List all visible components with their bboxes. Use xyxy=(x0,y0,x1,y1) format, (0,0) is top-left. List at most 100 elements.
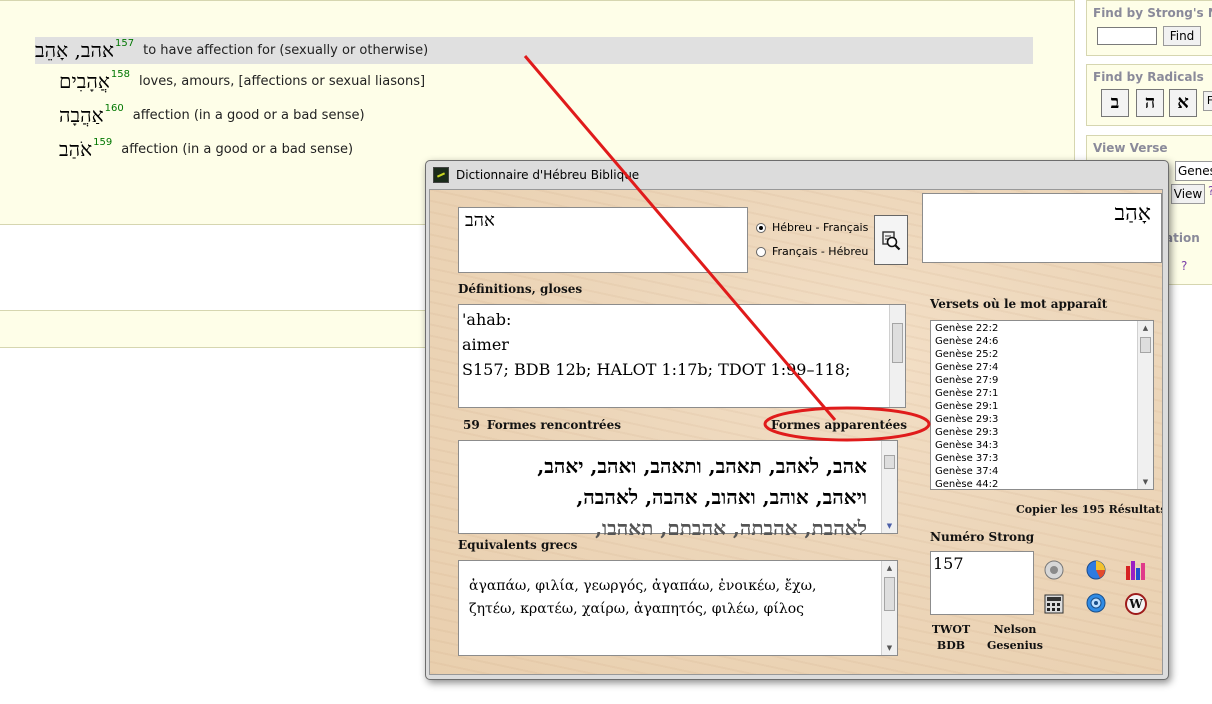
selected-word-display: אָהַב xyxy=(922,193,1162,263)
scroll-up-icon[interactable]: ▲ xyxy=(882,561,897,575)
magnifier-icon xyxy=(882,231,901,251)
forms-count: 59 xyxy=(463,418,480,432)
radio-selected-icon[interactable] xyxy=(756,222,766,233)
entry-row[interactable]: אֲהָבִים 158 loves, amours, [affections … xyxy=(35,64,1033,98)
radical-button-he[interactable]: ה xyxy=(1136,89,1164,117)
definitions-box[interactable]: 'ahab: aimer S157; BDB 12b; HALOT 1:17b;… xyxy=(458,304,906,408)
calculator-icon[interactable] xyxy=(1043,593,1065,615)
view-button[interactable]: View xyxy=(1171,184,1205,204)
verse-item[interactable]: Genèse 37:4 xyxy=(935,465,1149,478)
bdb-label[interactable]: BDB xyxy=(928,638,974,654)
verse-item[interactable]: Genèse 27:1 xyxy=(935,387,1149,400)
verse-item[interactable]: Genèse 29:3 xyxy=(935,426,1149,439)
bar-chart-icon[interactable] xyxy=(1124,558,1146,580)
scroll-thumb[interactable] xyxy=(892,323,903,363)
gesenius-label[interactable]: Gesenius xyxy=(982,638,1048,654)
wiki-icon[interactable]: W xyxy=(1124,592,1147,615)
forms-box[interactable]: אהב, לאהב, תאהב, ותאהב, ואהב, יאהב, ויאה… xyxy=(458,440,898,540)
verse-item[interactable]: Genèse 24:6 xyxy=(935,335,1149,348)
strong-number[interactable]: 158 xyxy=(111,69,130,80)
entry-hebrew[interactable]: אַהֲבָה xyxy=(59,103,104,128)
app-icon xyxy=(433,167,449,183)
radio-french-hebrew[interactable]: Français - Hébreu xyxy=(756,245,868,258)
view-verse-title: View Verse xyxy=(1093,141,1168,155)
verse-item[interactable]: Genèse 29:3 xyxy=(935,413,1149,426)
twot-label[interactable]: TWOT xyxy=(928,622,974,638)
twot-bdb-label[interactable]: TWOT BDB xyxy=(928,622,974,654)
svg-text:W: W xyxy=(1128,597,1143,611)
entry-row[interactable]: אַהֲבָה 160 affection (in a good or a ba… xyxy=(35,98,1033,132)
find-by-strongs-box: Find by Strong's N Find xyxy=(1086,0,1212,56)
scroll-thumb[interactable] xyxy=(884,455,895,469)
dictionary-dialog: Dictionnaire d'Hébreu Biblique אהב Hébre… xyxy=(425,160,1169,680)
verse-item[interactable]: Genèse 37:3 xyxy=(935,452,1149,465)
radical-button-alef[interactable]: א xyxy=(1169,89,1197,117)
related-forms-link[interactable]: Formes apparentées xyxy=(771,418,907,432)
scroll-down-icon[interactable]: ▼ xyxy=(1138,475,1153,489)
search-button[interactable] xyxy=(874,215,908,265)
strong-number[interactable]: 157 xyxy=(115,38,134,49)
strong-number-input[interactable]: 157 xyxy=(930,551,1034,615)
scroll-down-icon[interactable]: ▼ xyxy=(882,519,897,533)
verses-list[interactable]: Genèse 22:2 Genèse 24:6 Genèse 25:2 Genèse … xyxy=(930,320,1154,490)
entry-hebrew[interactable]: אהב, אָהֵב xyxy=(35,38,114,63)
help-link[interactable]: ? xyxy=(1208,184,1212,198)
dialog-client: אהב Hébreu - Français Français - Hébreu … xyxy=(429,189,1163,675)
globe-icon[interactable] xyxy=(1085,592,1107,614)
definition-line: 'ahab: xyxy=(462,310,512,329)
scroll-thumb[interactable] xyxy=(884,577,895,611)
scroll-thumb[interactable] xyxy=(1140,337,1151,353)
definition-line: aimer xyxy=(462,335,509,354)
forms-scrollbar[interactable]: ▼ xyxy=(881,441,897,533)
verses-scrollbar[interactable]: ▲ ▼ xyxy=(1137,321,1153,489)
entry-gloss: affection (in a good or a bad sense) xyxy=(132,107,365,123)
verses-label: Versets où le mot apparaît xyxy=(930,297,1108,311)
dialog-titlebar[interactable]: Dictionnaire d'Hébreu Biblique xyxy=(426,161,1168,189)
book-select[interactable]: Genes xyxy=(1175,161,1212,181)
strongs-number-input[interactable] xyxy=(1097,27,1157,45)
strong-number-label: Numéro Strong xyxy=(930,530,1035,544)
pie-chart-icon[interactable] xyxy=(1085,559,1107,581)
nelson-gesenius-label[interactable]: Nelson Gesenius xyxy=(982,622,1048,654)
definition-line: S157; BDB 12b; HALOT 1:17b; TDOT 1:99–11… xyxy=(462,360,851,379)
entry-gloss: loves, amours, [affections or sexual lia… xyxy=(138,73,426,89)
entry-list: אהב, אָהֵב 157 to have affection for (se… xyxy=(35,37,1033,166)
verse-item[interactable]: Genèse 29:1 xyxy=(935,400,1149,413)
find-button[interactable]: Find xyxy=(1163,26,1201,46)
search-input[interactable]: אהב xyxy=(458,207,748,273)
greek-equivalents-box[interactable]: ἀγαπάω, φιλία, γεωργός, ἀγαπάω, ἐνοικέω,… xyxy=(458,560,898,656)
verse-item[interactable]: Genèse 27:9 xyxy=(935,374,1149,387)
nelson-label[interactable]: Nelson xyxy=(982,622,1048,638)
strong-number[interactable]: 159 xyxy=(93,137,112,148)
find-by-strongs-title: Find by Strong's N xyxy=(1093,6,1212,20)
entry-hebrew[interactable]: אֲהָבִים xyxy=(59,69,110,94)
greek-line: ζητέω, κρατέω, χαίρω, ἀγαπητός, φιλέω, φ… xyxy=(469,601,804,617)
greek-line: ἀγαπάω, φιλία, γεωργός, ἀγαπάω, ἐνοικέω,… xyxy=(469,578,817,594)
definitions-scrollbar[interactable] xyxy=(889,305,905,407)
verse-item[interactable]: Genèse 22:2 xyxy=(935,322,1149,335)
definitions-label: Définitions, gloses xyxy=(458,282,583,296)
radicals-more-button[interactable]: F xyxy=(1203,91,1212,111)
scroll-down-icon[interactable]: ▼ xyxy=(882,641,897,655)
forms-label: Formes rencontrées xyxy=(486,418,621,432)
help-link-2[interactable]: ? xyxy=(1181,259,1187,273)
radio-unselected-icon[interactable] xyxy=(756,246,766,257)
speaker-icon[interactable] xyxy=(1043,559,1065,581)
copy-results-link[interactable]: Copier les 195 Résultats xyxy=(1016,503,1162,516)
radio-label: Français - Hébreu xyxy=(772,245,869,258)
radical-button-bet[interactable]: ב xyxy=(1101,89,1129,117)
strong-number[interactable]: 160 xyxy=(105,103,124,114)
greek-scrollbar[interactable]: ▲ ▼ xyxy=(881,561,897,655)
entry-hebrew[interactable]: אֹהַב xyxy=(59,137,92,162)
entry-row[interactable]: אהב, אָהֵב 157 to have affection for (se… xyxy=(35,37,1033,64)
scroll-up-icon[interactable]: ▲ xyxy=(1138,321,1153,335)
verse-item[interactable]: Genèse 44:2 xyxy=(935,478,1149,491)
greek-equivalents-label: Equivalents grecs xyxy=(458,538,578,552)
forms-line: ויאהב, אוהב, ואהוב, אהבה, לאהבה, xyxy=(576,485,867,509)
section-title-fragment: ation xyxy=(1165,231,1200,245)
verse-item[interactable]: Genèse 25:2 xyxy=(935,348,1149,361)
verse-item[interactable]: Genèse 34:3 xyxy=(935,439,1149,452)
verse-item[interactable]: Genèse 27:4 xyxy=(935,361,1149,374)
radio-hebrew-french[interactable]: Hébreu - Français xyxy=(756,221,868,234)
find-by-radicals-box: Find by Radicals ב ה א F xyxy=(1086,64,1212,126)
